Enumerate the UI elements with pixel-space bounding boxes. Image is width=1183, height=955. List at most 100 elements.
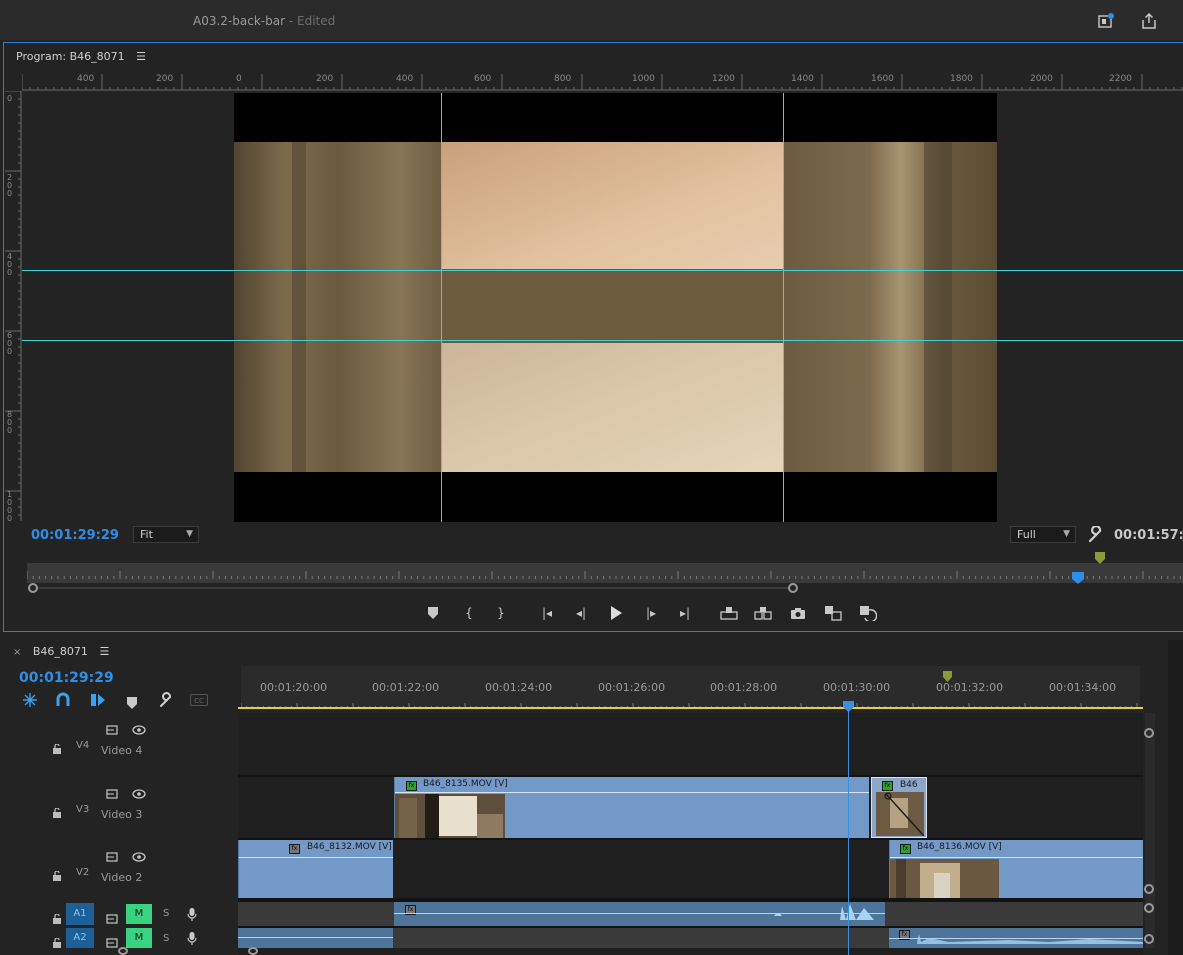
- document-title: A03.2-back-bar - Edited: [193, 14, 335, 28]
- source-patch-a1[interactable]: A1: [66, 903, 94, 925]
- audio-scroll-handle[interactable]: [1144, 903, 1154, 913]
- scroll-handle-bottom[interactable]: [1144, 884, 1154, 894]
- extract-icon[interactable]: [752, 602, 774, 624]
- playhead-timecode[interactable]: 00:01:29:29: [31, 528, 119, 543]
- eye-icon[interactable]: [132, 720, 146, 739]
- edited-status: - Edited: [288, 14, 336, 28]
- clip-b46-8132[interactable]: fx B46_8132.MOV [V]: [238, 840, 393, 898]
- zoom-level-value: Fit: [140, 528, 153, 541]
- horizontal-guide[interactable]: [22, 340, 1183, 341]
- share-icon[interactable]: [1138, 10, 1160, 32]
- clip-name: B46_8132.MOV [V]: [307, 842, 392, 852]
- timeline-settings-wrench-icon[interactable]: [158, 692, 174, 708]
- lock-icon[interactable]: [52, 803, 62, 822]
- toggle-sync-lock-film-icon[interactable]: [106, 784, 118, 803]
- audio-clip-a2-left[interactable]: [238, 928, 393, 948]
- source-patch-a2[interactable]: A2: [66, 928, 94, 948]
- toggle-sync-lock-film-icon[interactable]: [106, 909, 118, 928]
- clip-b46-short[interactable]: fx B46: [871, 777, 927, 838]
- horizontal-guide[interactable]: [22, 270, 1183, 271]
- vertical-guide[interactable]: [783, 93, 784, 522]
- timeline-ruler-ticks: [241, 703, 1138, 709]
- step-forward-icon[interactable]: |▸: [640, 602, 662, 624]
- opacity-rubber-band[interactable]: [890, 857, 1143, 858]
- playback-resolution-select[interactable]: Full ▼: [1010, 526, 1076, 543]
- timeline-timecode[interactable]: 00:01:29:29: [19, 670, 114, 686]
- eye-icon[interactable]: [132, 847, 146, 866]
- panel-menu-icon[interactable]: ☰: [136, 50, 146, 63]
- mute-track-button[interactable]: M: [126, 928, 152, 948]
- lock-icon[interactable]: [52, 933, 62, 952]
- quick-export-icon[interactable]: [1095, 10, 1117, 32]
- work-area-bar[interactable]: [238, 707, 1143, 709]
- toggle-sync-lock-film-icon[interactable]: [106, 933, 118, 952]
- track-header-v2: V2 Video 2: [3, 840, 236, 898]
- lock-icon[interactable]: [52, 909, 62, 928]
- go-to-out-icon[interactable]: ▸|: [674, 602, 696, 624]
- monitor-ruler-ticks: [27, 571, 1181, 579]
- zoom-scroll-handle-right[interactable]: [788, 583, 798, 593]
- ruler-label: 1400: [791, 74, 814, 84]
- scroll-handle-top[interactable]: [1144, 728, 1154, 738]
- volume-rubber-band[interactable]: [238, 937, 393, 938]
- add-marker-icon[interactable]: [422, 602, 444, 624]
- clip-b46-8136[interactable]: fx B46_8136.MOV [V]: [889, 840, 1143, 898]
- play-icon[interactable]: [605, 602, 627, 624]
- mute-track-button[interactable]: M: [126, 904, 152, 924]
- program-video-frame[interactable]: [234, 93, 997, 522]
- ruler-label: 2200: [1109, 74, 1132, 84]
- go-to-in-icon[interactable]: |◂: [536, 602, 558, 624]
- step-back-icon[interactable]: ◂|: [570, 602, 592, 624]
- ruler-label: 0: [7, 94, 13, 103]
- header-resize-handle[interactable]: [118, 947, 128, 955]
- clip-thumbnail: [395, 794, 505, 838]
- zoom-scrollbar[interactable]: [38, 587, 788, 589]
- eye-icon[interactable]: [132, 784, 146, 803]
- nest-icon[interactable]: [22, 692, 38, 708]
- audio-scroll-handle[interactable]: [1144, 934, 1154, 944]
- toggle-sync-lock-film-icon[interactable]: [106, 847, 118, 866]
- toggle-sync-lock-film-icon[interactable]: [106, 720, 118, 739]
- opacity-rubber-band[interactable]: [395, 792, 869, 793]
- mark-in-icon[interactable]: {: [458, 602, 480, 624]
- zoom-level-select[interactable]: Fit ▼: [133, 526, 199, 543]
- audio-clip-a2-right[interactable]: fx: [889, 928, 1143, 948]
- add-marker-icon[interactable]: [127, 694, 137, 709]
- timeline-ruler[interactable]: 00:01:20:00 00:01:22:00 00:01:24:00 00:0…: [241, 666, 1140, 709]
- vertical-guide[interactable]: [441, 93, 442, 522]
- mic-icon[interactable]: [187, 907, 197, 926]
- linked-selection-icon[interactable]: [90, 692, 106, 708]
- lock-icon[interactable]: [52, 739, 62, 758]
- mic-icon[interactable]: [187, 931, 197, 950]
- close-icon[interactable]: ×: [13, 647, 21, 658]
- lock-icon[interactable]: [52, 866, 62, 885]
- playhead-handle[interactable]: [1072, 569, 1084, 584]
- zoom-scroll-handle-left[interactable]: [28, 583, 38, 593]
- horizontal-scroll-handle[interactable]: [248, 947, 258, 955]
- opacity-rubber-band[interactable]: [239, 857, 393, 858]
- captions-icon[interactable]: CC: [190, 694, 208, 706]
- marker-icon[interactable]: [1095, 549, 1105, 564]
- settings-wrench-icon[interactable]: [1087, 525, 1105, 544]
- track-name: Video 3: [101, 808, 143, 821]
- program-monitor-tab[interactable]: Program: B46_8071 ☰: [16, 50, 146, 63]
- lift-icon[interactable]: [718, 602, 740, 624]
- clip-b46-8135[interactable]: fx B46_8135.MOV [V]: [394, 777, 869, 838]
- chevron-down-icon: ▼: [186, 529, 193, 539]
- sequence-tab[interactable]: × B46_8071 ☰: [13, 645, 109, 658]
- audio-clip-a1[interactable]: fx: [394, 902, 885, 926]
- mark-out-icon[interactable]: }: [490, 602, 512, 624]
- panel-menu-icon[interactable]: ☰: [99, 645, 109, 658]
- monitor-time-ruler[interactable]: [27, 563, 1183, 583]
- export-frame-icon[interactable]: [787, 602, 809, 624]
- timeline-playhead-line[interactable]: [848, 707, 849, 955]
- track-header-v3: V3 Video 3: [3, 777, 236, 838]
- snap-magnet-icon[interactable]: [55, 692, 71, 708]
- solo-track-button[interactable]: S: [163, 933, 169, 944]
- sequence-marker-icon[interactable]: [943, 667, 952, 682]
- timeline-playhead-handle[interactable]: [843, 697, 854, 712]
- overwrite-icon[interactable]: [857, 602, 879, 624]
- insert-icon[interactable]: [822, 602, 844, 624]
- track-name: Video 2: [101, 871, 143, 884]
- solo-track-button[interactable]: S: [163, 908, 169, 919]
